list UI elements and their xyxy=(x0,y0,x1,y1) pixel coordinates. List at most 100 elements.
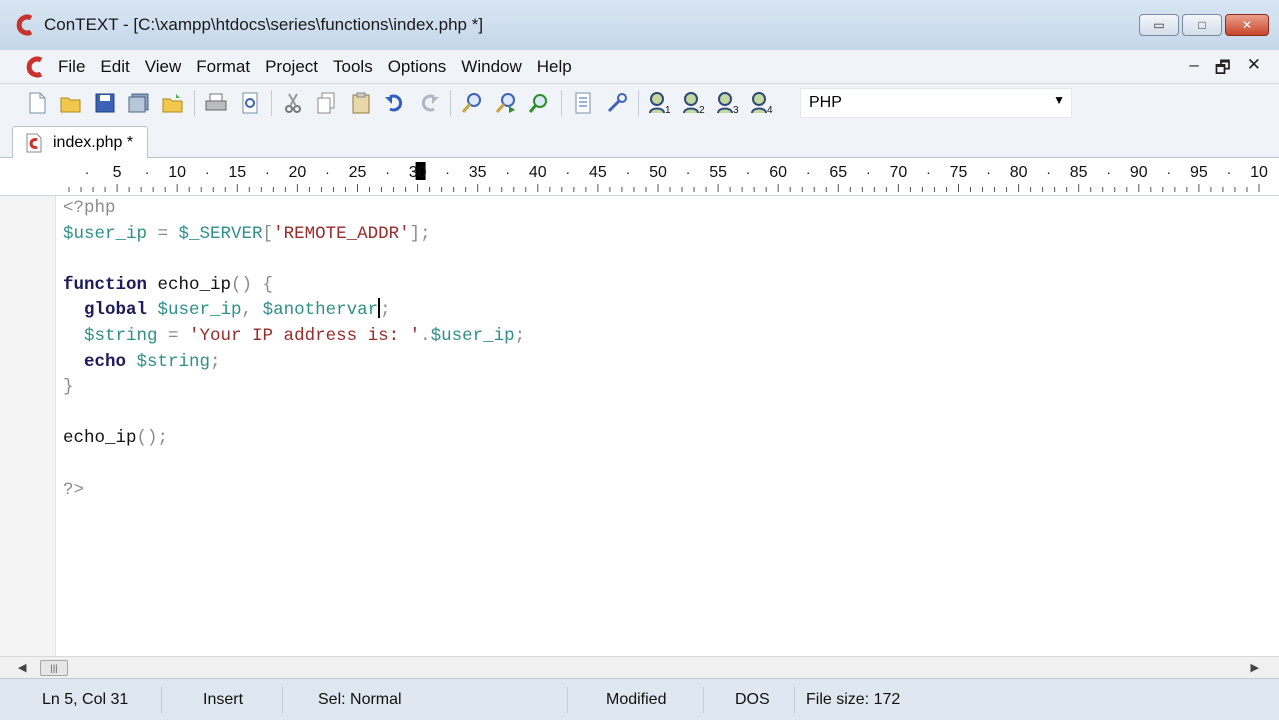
menu-file[interactable]: File xyxy=(58,57,85,77)
save-icon[interactable] xyxy=(92,90,118,116)
ruler-label: 5 xyxy=(113,164,122,181)
token-var: $user_ip xyxy=(147,300,242,321)
token-punc: ; xyxy=(210,351,221,372)
undo-icon[interactable] xyxy=(382,90,408,116)
ruler-dot: · xyxy=(145,164,150,180)
tab-index-php[interactable]: index.php * xyxy=(12,126,148,158)
ruler-label: 60 xyxy=(769,164,787,181)
ruler-dot: · xyxy=(986,164,991,180)
tools-icon[interactable] xyxy=(604,90,630,116)
code-editor[interactable]: <?php $user_ip = $_SERVER['REMOTE_ADDR']… xyxy=(0,196,1279,656)
ruler-dot: · xyxy=(505,164,510,180)
save-all-icon[interactable] xyxy=(126,90,152,116)
toolbar-separator xyxy=(271,90,272,116)
menu-tools[interactable]: Tools xyxy=(333,57,373,77)
open-folder-icon[interactable] xyxy=(160,90,186,116)
ruler-scale: 5 · 10 · 15 · 20 · 25 · 30 · 35 · 40 · 45 · 50 · 55 · 60 · 65 · 70… xyxy=(68,162,1268,192)
ruler-label: 55 xyxy=(709,164,727,181)
ruler-label: 30 xyxy=(409,164,427,181)
status-position: Ln 5, Col 31 xyxy=(32,687,162,713)
print-preview-icon[interactable] xyxy=(237,90,263,116)
token-keyword: global xyxy=(84,300,148,321)
doc-restore-button[interactable]: 🗗 xyxy=(1215,55,1231,84)
new-file-icon[interactable] xyxy=(24,90,50,116)
code-content[interactable]: <?php $user_ip = $_SERVER['REMOTE_ADDR']… xyxy=(63,196,525,503)
document-menu-icon[interactable] xyxy=(26,55,48,79)
ruler-dot: · xyxy=(265,164,270,180)
token-string: 'Your IP address is: ' xyxy=(189,325,421,346)
cut-icon[interactable] xyxy=(280,90,306,116)
replace-icon[interactable] xyxy=(527,90,553,116)
svg-text:2: 2 xyxy=(699,105,705,115)
token-var: $string xyxy=(126,351,211,372)
code-line-7: echo $string; xyxy=(63,350,525,376)
code-line-5: global $user_ip, $anothervar; xyxy=(63,298,525,324)
window-controls: ▭ □ ✕ xyxy=(1139,14,1269,36)
token-ident: echo_ip xyxy=(63,428,137,449)
doc-close-button[interactable]: ✕ xyxy=(1247,55,1261,84)
token-var: $string xyxy=(84,325,158,346)
menu-window[interactable]: Window xyxy=(461,57,521,77)
minimize-button[interactable]: ▭ xyxy=(1139,14,1179,36)
close-button[interactable]: ✕ xyxy=(1225,14,1269,36)
menu-view[interactable]: View xyxy=(145,57,182,77)
ruler-dot: · xyxy=(85,164,90,180)
token-var: r xyxy=(367,300,379,321)
ruler-dot: · xyxy=(746,164,751,180)
ruler-label: 70 xyxy=(889,164,907,181)
svg-text:4: 4 xyxy=(767,105,773,115)
ruler-label: 40 xyxy=(529,164,547,181)
language-select[interactable]: PHP ▼ xyxy=(800,88,1072,118)
token-punc: () { xyxy=(231,274,274,295)
token-punc: (); xyxy=(136,428,169,449)
scroll-thumb[interactable]: ||| xyxy=(40,660,68,676)
ruler-label: 20 xyxy=(288,164,306,181)
title-bar: ConTEXT - [C:\xampp\htdocs\series\functi… xyxy=(0,0,1279,50)
ruler-dot: · xyxy=(205,164,210,180)
php-close-tag: ?> xyxy=(63,479,85,500)
copy-icon[interactable] xyxy=(314,90,340,116)
context-logo-icon xyxy=(14,12,36,38)
redo-icon[interactable] xyxy=(416,90,442,116)
token-string: 'REMOTE_ADDR' xyxy=(273,223,410,244)
find-icon[interactable] xyxy=(459,90,485,116)
menu-help[interactable]: Help xyxy=(537,57,572,77)
ruler-label: 95 xyxy=(1190,164,1208,181)
menu-project[interactable]: Project xyxy=(265,57,318,77)
ruler-label: 85 xyxy=(1070,164,1088,181)
ruler-label: 75 xyxy=(950,164,968,181)
ruler-label: 50 xyxy=(649,164,667,181)
document-icon[interactable] xyxy=(570,90,596,116)
token-ident: echo_ip xyxy=(147,274,232,295)
code-line-4: function echo_ip() { xyxy=(63,273,525,299)
scroll-right-icon[interactable]: ▶ xyxy=(1251,661,1259,674)
maximize-button[interactable]: □ xyxy=(1182,14,1222,36)
status-mode: Insert xyxy=(193,687,283,713)
print-icon[interactable] xyxy=(203,90,229,116)
paste-icon[interactable] xyxy=(348,90,374,116)
token-keyword: function xyxy=(63,274,148,295)
svg-text:3: 3 xyxy=(733,105,739,115)
scroll-left-icon[interactable]: ◀ xyxy=(18,661,26,674)
ruler-dot: · xyxy=(1167,164,1172,180)
doc-minimize-button[interactable]: – xyxy=(1189,55,1198,84)
menu-format[interactable]: Format xyxy=(196,57,250,77)
menu-edit[interactable]: Edit xyxy=(100,57,129,77)
code-line-10: echo_ip(); xyxy=(63,426,525,452)
document-controls: – 🗗 ✕ xyxy=(1189,55,1261,84)
toolbar-separator xyxy=(638,90,639,116)
horizontal-scrollbar[interactable]: ◀ ||| ▶ xyxy=(0,656,1279,678)
user-exec-3-icon[interactable]: 3 xyxy=(715,90,741,116)
toolbar-separator xyxy=(194,90,195,116)
user-exec-4-icon[interactable]: 4 xyxy=(749,90,775,116)
find-next-icon[interactable] xyxy=(493,90,519,116)
user-exec-2-icon[interactable]: 2 xyxy=(681,90,707,116)
token-var: $anotherva xyxy=(252,300,368,321)
menu-options[interactable]: Options xyxy=(388,57,447,77)
open-file-icon[interactable] xyxy=(58,90,84,116)
user-exec-1-icon[interactable]: 1 xyxy=(647,90,673,116)
